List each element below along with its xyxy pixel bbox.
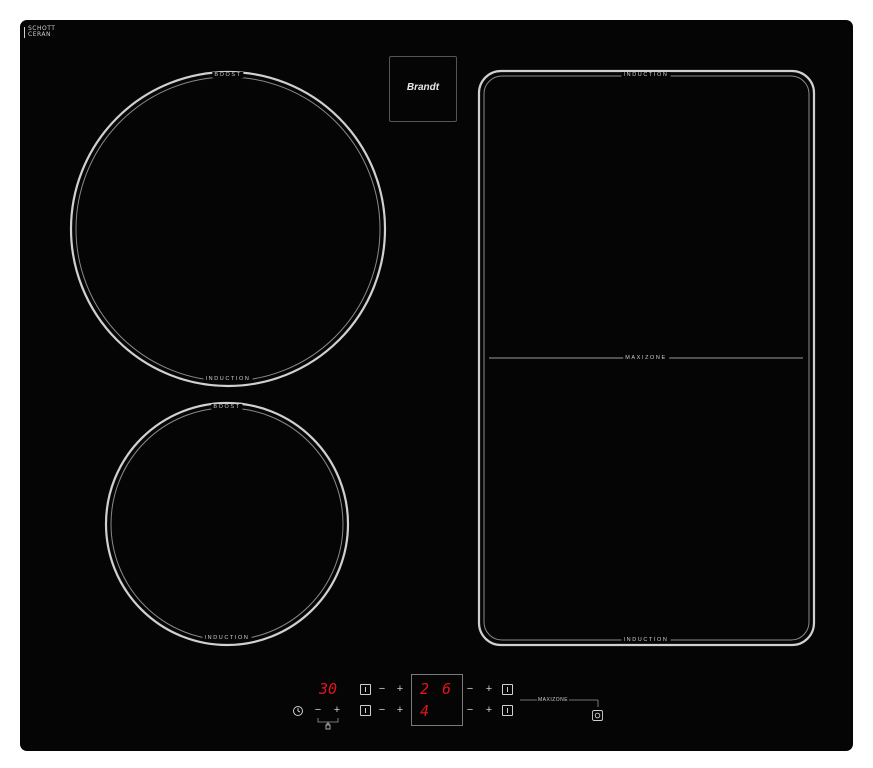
- zone-rear-left-minus-button[interactable]: −: [377, 705, 387, 716]
- zone-rear-left-level: 4: [420, 702, 430, 720]
- zone-rear-right-level: 6: [442, 680, 452, 698]
- zone-right-top-induction-label: INDUCTION: [621, 72, 671, 78]
- zone-front-right-minus-button[interactable]: −: [465, 705, 475, 716]
- timer-clock-icon[interactable]: [292, 704, 304, 716]
- zone-front-left-minus-button[interactable]: −: [377, 684, 387, 695]
- timer-minus-button[interactable]: −: [313, 705, 323, 716]
- zone-bottom-left-boost-label: BOOST: [211, 404, 243, 410]
- zone-front-left-level: 2: [420, 680, 430, 698]
- cooking-zones-outline: [69, 69, 816, 723]
- zone-right-maxizone-label: MAXIZONE: [623, 355, 669, 361]
- timer-plus-button[interactable]: +: [332, 705, 342, 716]
- power-key-icon[interactable]: [360, 684, 371, 695]
- zone-bottom-left-outer-ring: [104, 401, 350, 647]
- zone-bottom-left-induction-label: INDUCTION: [202, 635, 252, 641]
- maxizone-button-icon[interactable]: [592, 708, 603, 721]
- zone-level-display-box: [411, 674, 463, 726]
- zone-top-left-boost-label: BOOST: [212, 72, 244, 78]
- zone-bottom-left-inner-ring: [110, 407, 344, 641]
- zone-top-left-induction-label: INDUCTION: [203, 376, 253, 382]
- power-key-icon[interactable]: [360, 705, 371, 716]
- power-key-icon[interactable]: [502, 684, 513, 695]
- zone-front-right-plus-button[interactable]: +: [484, 705, 494, 716]
- zone-rear-right-plus-button[interactable]: +: [484, 684, 494, 695]
- timer-display: 30: [319, 680, 338, 698]
- zone-rear-right-minus-button[interactable]: −: [465, 684, 475, 695]
- maxizone-control-label: MAXIZONE: [537, 697, 570, 703]
- zone-right-bottom-induction-label: INDUCTION: [621, 637, 671, 643]
- zone-rear-left-plus-button[interactable]: +: [395, 705, 405, 716]
- power-key-icon[interactable]: [502, 705, 513, 716]
- zone-top-left-inner-ring: [75, 76, 381, 382]
- lock-icon[interactable]: [325, 717, 331, 730]
- zone-front-left-plus-button[interactable]: +: [395, 684, 405, 695]
- zone-top-left-outer-ring: [69, 70, 387, 388]
